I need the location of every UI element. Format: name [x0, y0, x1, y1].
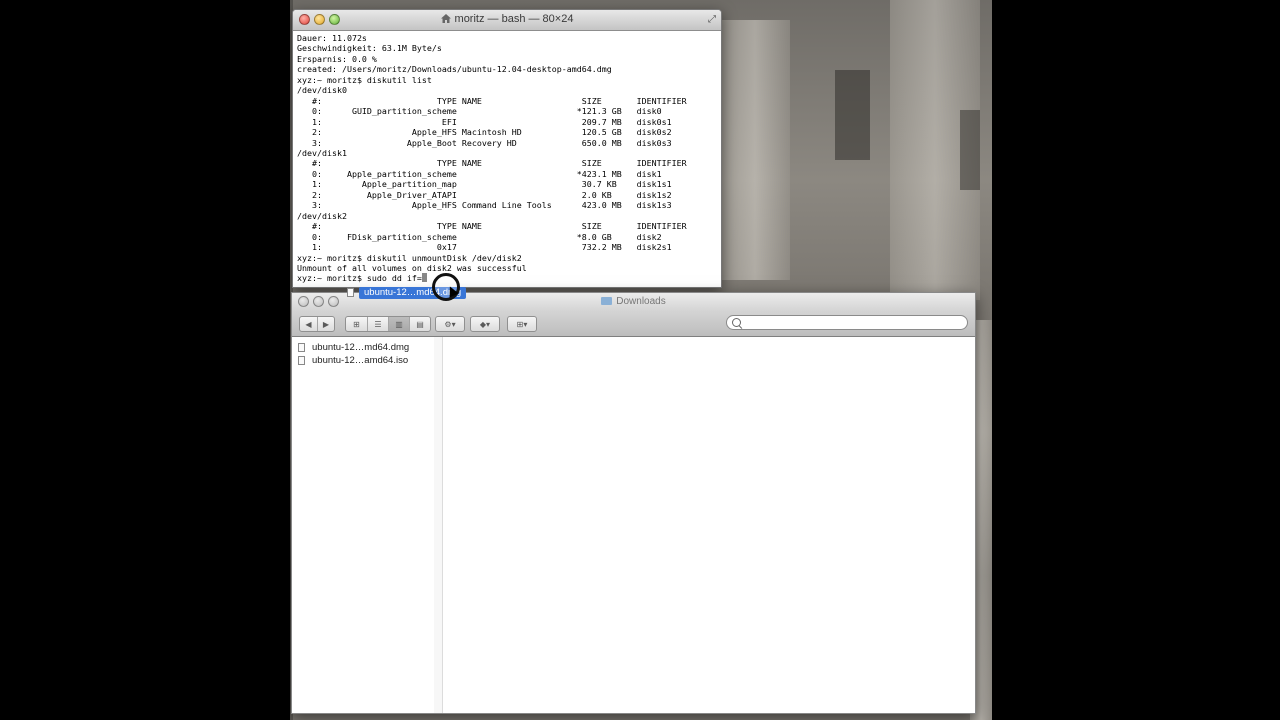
view-buttons: ⊞ ☰ ▥ ▤: [345, 316, 431, 332]
terminal-prompt-line: xyz:~ moritz$ sudo dd if=: [297, 273, 422, 284]
terminal-line: 3: Apple_Boot Recovery HD 650.0 MB disk0…: [311, 137, 672, 148]
arrange-icon[interactable]: ⊞▾: [508, 317, 536, 331]
terminal-line: Geschwindigkeit: 63.1M Byte/s: [297, 43, 442, 54]
terminal-line: #: TYPE NAME SIZE IDENTIFIER: [311, 158, 687, 169]
terminal-title-text: moritz — bash — 80×24: [454, 13, 574, 25]
document-icon: [298, 356, 305, 365]
nav-buttons: ◀ ▶: [299, 316, 335, 332]
terminal-title: moritz — bash — 80×24: [293, 13, 721, 25]
back-icon[interactable]: ◀: [300, 317, 317, 331]
terminal-line: xyz:~ moritz$ diskutil unmountDisk /dev/…: [297, 252, 522, 263]
list-item[interactable]: ubuntu-12…md64.dmg: [292, 341, 434, 354]
search-input[interactable]: [726, 315, 968, 330]
terminal-window[interactable]: moritz — bash — 80×24 ⤢ Dauer: 11.072s G…: [292, 9, 722, 288]
terminal-line: created: /Users/moritz/Downloads/ubuntu-…: [297, 64, 612, 75]
terminal-line: 0: FDisk_partition_scheme *8.0 GB disk2: [311, 231, 662, 242]
terminal-line: /dev/disk0: [297, 85, 347, 96]
text-cursor: [421, 273, 427, 283]
terminal-line: 3: Apple_HFS Command Line Tools 423.0 MB…: [311, 200, 672, 211]
dropbox-menu[interactable]: ◆▾: [470, 316, 500, 332]
finder-window[interactable]: Downloads ◀ ▶ ⊞ ☰ ▥ ▤ ⚙▾ ◆▾ ⊞▾ ubuntu-12…: [291, 292, 976, 714]
gear-icon[interactable]: ⚙▾: [436, 317, 464, 331]
folder-icon: [601, 297, 613, 305]
finder-title-text: Downloads: [616, 296, 666, 307]
forward-icon[interactable]: ▶: [317, 317, 334, 331]
file-column[interactable]: ubuntu-12…md64.dmg ubuntu-12…amd64.iso: [292, 337, 435, 713]
list-view-icon[interactable]: ☰: [367, 317, 388, 331]
icon-view-icon[interactable]: ⊞: [346, 317, 367, 331]
terminal-line: xyz:~ moritz$ diskutil list: [297, 74, 432, 85]
list-item[interactable]: ubuntu-12…amd64.iso: [292, 354, 434, 367]
search-icon: [732, 318, 741, 327]
action-menu[interactable]: ⚙▾: [435, 316, 465, 332]
coverflow-view-icon[interactable]: ▤: [409, 317, 430, 331]
finder-toolbar: ◀ ▶ ⊞ ☰ ▥ ▤ ⚙▾ ◆▾ ⊞▾: [292, 311, 975, 337]
terminal-line: 2: Apple_HFS Macintosh HD 120.5 GB disk0…: [311, 127, 672, 138]
terminal-line: 2: Apple_Driver_ATAPI 2.0 KB disk1s2: [311, 189, 672, 200]
terminal-line: Dauer: 11.072s: [297, 33, 367, 43]
terminal-line: 0: Apple_partition_scheme *423.1 MB disk…: [311, 168, 662, 179]
fullscreen-icon[interactable]: ⤢: [708, 14, 716, 25]
terminal-output[interactable]: Dauer: 11.072s Geschwindigkeit: 63.1M By…: [293, 31, 721, 286]
terminal-line: /dev/disk1: [297, 147, 347, 158]
terminal-line: Unmount of all volumes on disk2 was succ…: [297, 262, 527, 273]
terminal-line: #: TYPE NAME SIZE IDENTIFIER: [311, 95, 687, 106]
terminal-line: 1: Apple_partition_map 30.7 KB disk1s1: [311, 179, 672, 190]
terminal-line: Ersparnis: 0.0 %: [297, 53, 377, 64]
document-icon: [347, 288, 354, 297]
terminal-line: 1: 0x17 732.2 MB disk2s1: [311, 242, 672, 253]
terminal-line: 0: GUID_partition_scheme *121.3 GB disk0: [311, 106, 662, 117]
file-name: ubuntu-12…md64.dmg: [312, 342, 410, 353]
terminal-line: #: TYPE NAME SIZE IDENTIFIER: [311, 221, 687, 232]
dropbox-icon[interactable]: ◆▾: [471, 317, 499, 331]
arrange-menu[interactable]: ⊞▾: [507, 316, 537, 332]
home-icon: [440, 14, 451, 23]
document-icon: [298, 343, 305, 352]
column-view-icon[interactable]: ▥: [388, 317, 409, 331]
terminal-line: 1: EFI 209.7 MB disk0s1: [311, 116, 672, 127]
terminal-titlebar[interactable]: moritz — bash — 80×24 ⤢: [293, 10, 721, 31]
file-name: ubuntu-12…amd64.iso: [312, 355, 409, 366]
terminal-line: /dev/disk2: [297, 210, 347, 221]
column-resize-handle[interactable]: [434, 337, 443, 713]
terminal-lines: Dauer: 11.072s Geschwindigkeit: 63.1M By…: [297, 33, 687, 273]
